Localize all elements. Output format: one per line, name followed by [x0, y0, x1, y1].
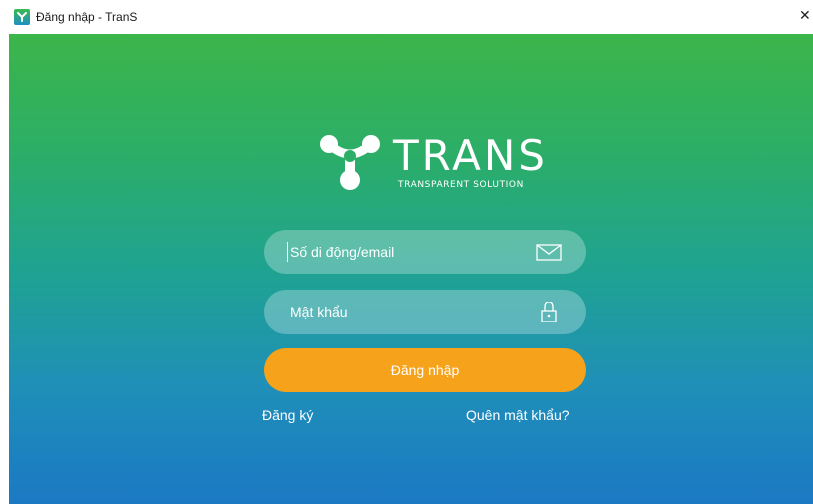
close-icon[interactable]: ✕	[799, 0, 813, 34]
title-bar: Đăng nhập - TranS ✕	[0, 0, 813, 34]
app-logo-icon	[14, 9, 30, 25]
lock-icon	[541, 302, 557, 322]
login-button[interactable]: Đăng nhập	[264, 348, 586, 392]
email-input[interactable]	[290, 237, 530, 267]
trans-logo-icon	[320, 135, 380, 190]
forgot-password-link[interactable]: Quên mật khẩu?	[466, 407, 570, 423]
login-window: Đăng nhập - TranS ✕ TRANS TRANSPARENT SO…	[0, 0, 813, 504]
register-link[interactable]: Đăng ký	[262, 407, 313, 423]
password-field[interactable]	[264, 290, 586, 334]
login-panel: TRANS TRANSPARENT SOLUTION Đăng nhập Đăn…	[9, 34, 813, 504]
window-title: Đăng nhập - TranS	[36, 10, 138, 24]
email-field[interactable]	[264, 230, 586, 274]
envelope-icon	[536, 244, 562, 261]
logo-wordmark: TRANS	[393, 131, 548, 180]
text-cursor	[287, 242, 288, 262]
password-input[interactable]	[290, 297, 530, 327]
trans-logo: TRANS TRANSPARENT SOLUTION	[317, 130, 547, 196]
logo-tagline: TRANSPARENT SOLUTION	[398, 180, 524, 190]
